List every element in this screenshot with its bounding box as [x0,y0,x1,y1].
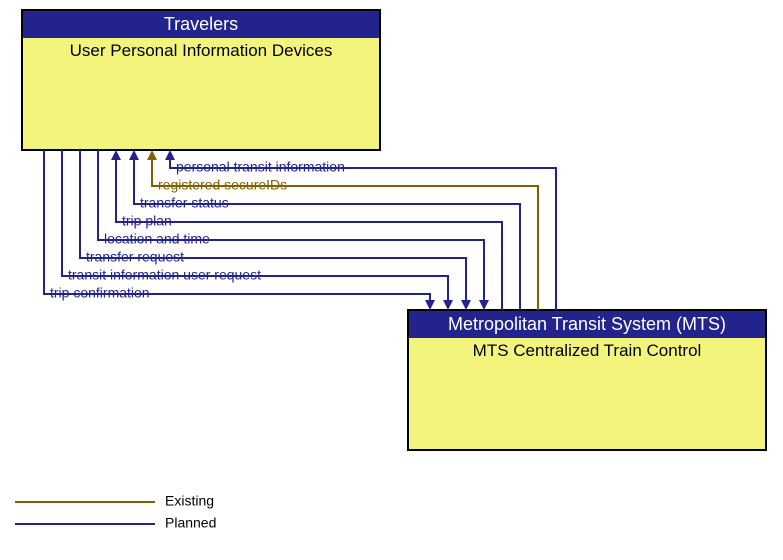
node-travelers-header: Travelers [164,14,238,34]
flow-label: registered secureIDs [158,177,287,193]
legend-existing-label: Existing [165,493,214,509]
node-mts-header: Metropolitan Transit System (MTS) [448,314,726,334]
node-travelers: Travelers User Personal Information Devi… [22,10,380,150]
node-mts-body: MTS Centralized Train Control [473,341,702,360]
node-travelers-body: User Personal Information Devices [70,41,333,60]
node-mts: Metropolitan Transit System (MTS) MTS Ce… [408,310,766,450]
flow-personal-transit-information: personal transit information [165,150,556,310]
flow-label: transfer request [86,249,184,265]
legend: Existing Planned [15,493,216,531]
flow-label: personal transit information [176,159,345,175]
legend-planned-label: Planned [165,515,216,531]
architecture-diagram: Travelers User Personal Information Devi… [0,0,783,560]
flow-label: trip plan [122,213,172,229]
flow-label: trip confirmation [50,285,150,301]
flow-label: location and time [104,231,210,247]
flow-label: transit information user request [68,267,261,283]
flow-label: transfer status [140,195,229,211]
